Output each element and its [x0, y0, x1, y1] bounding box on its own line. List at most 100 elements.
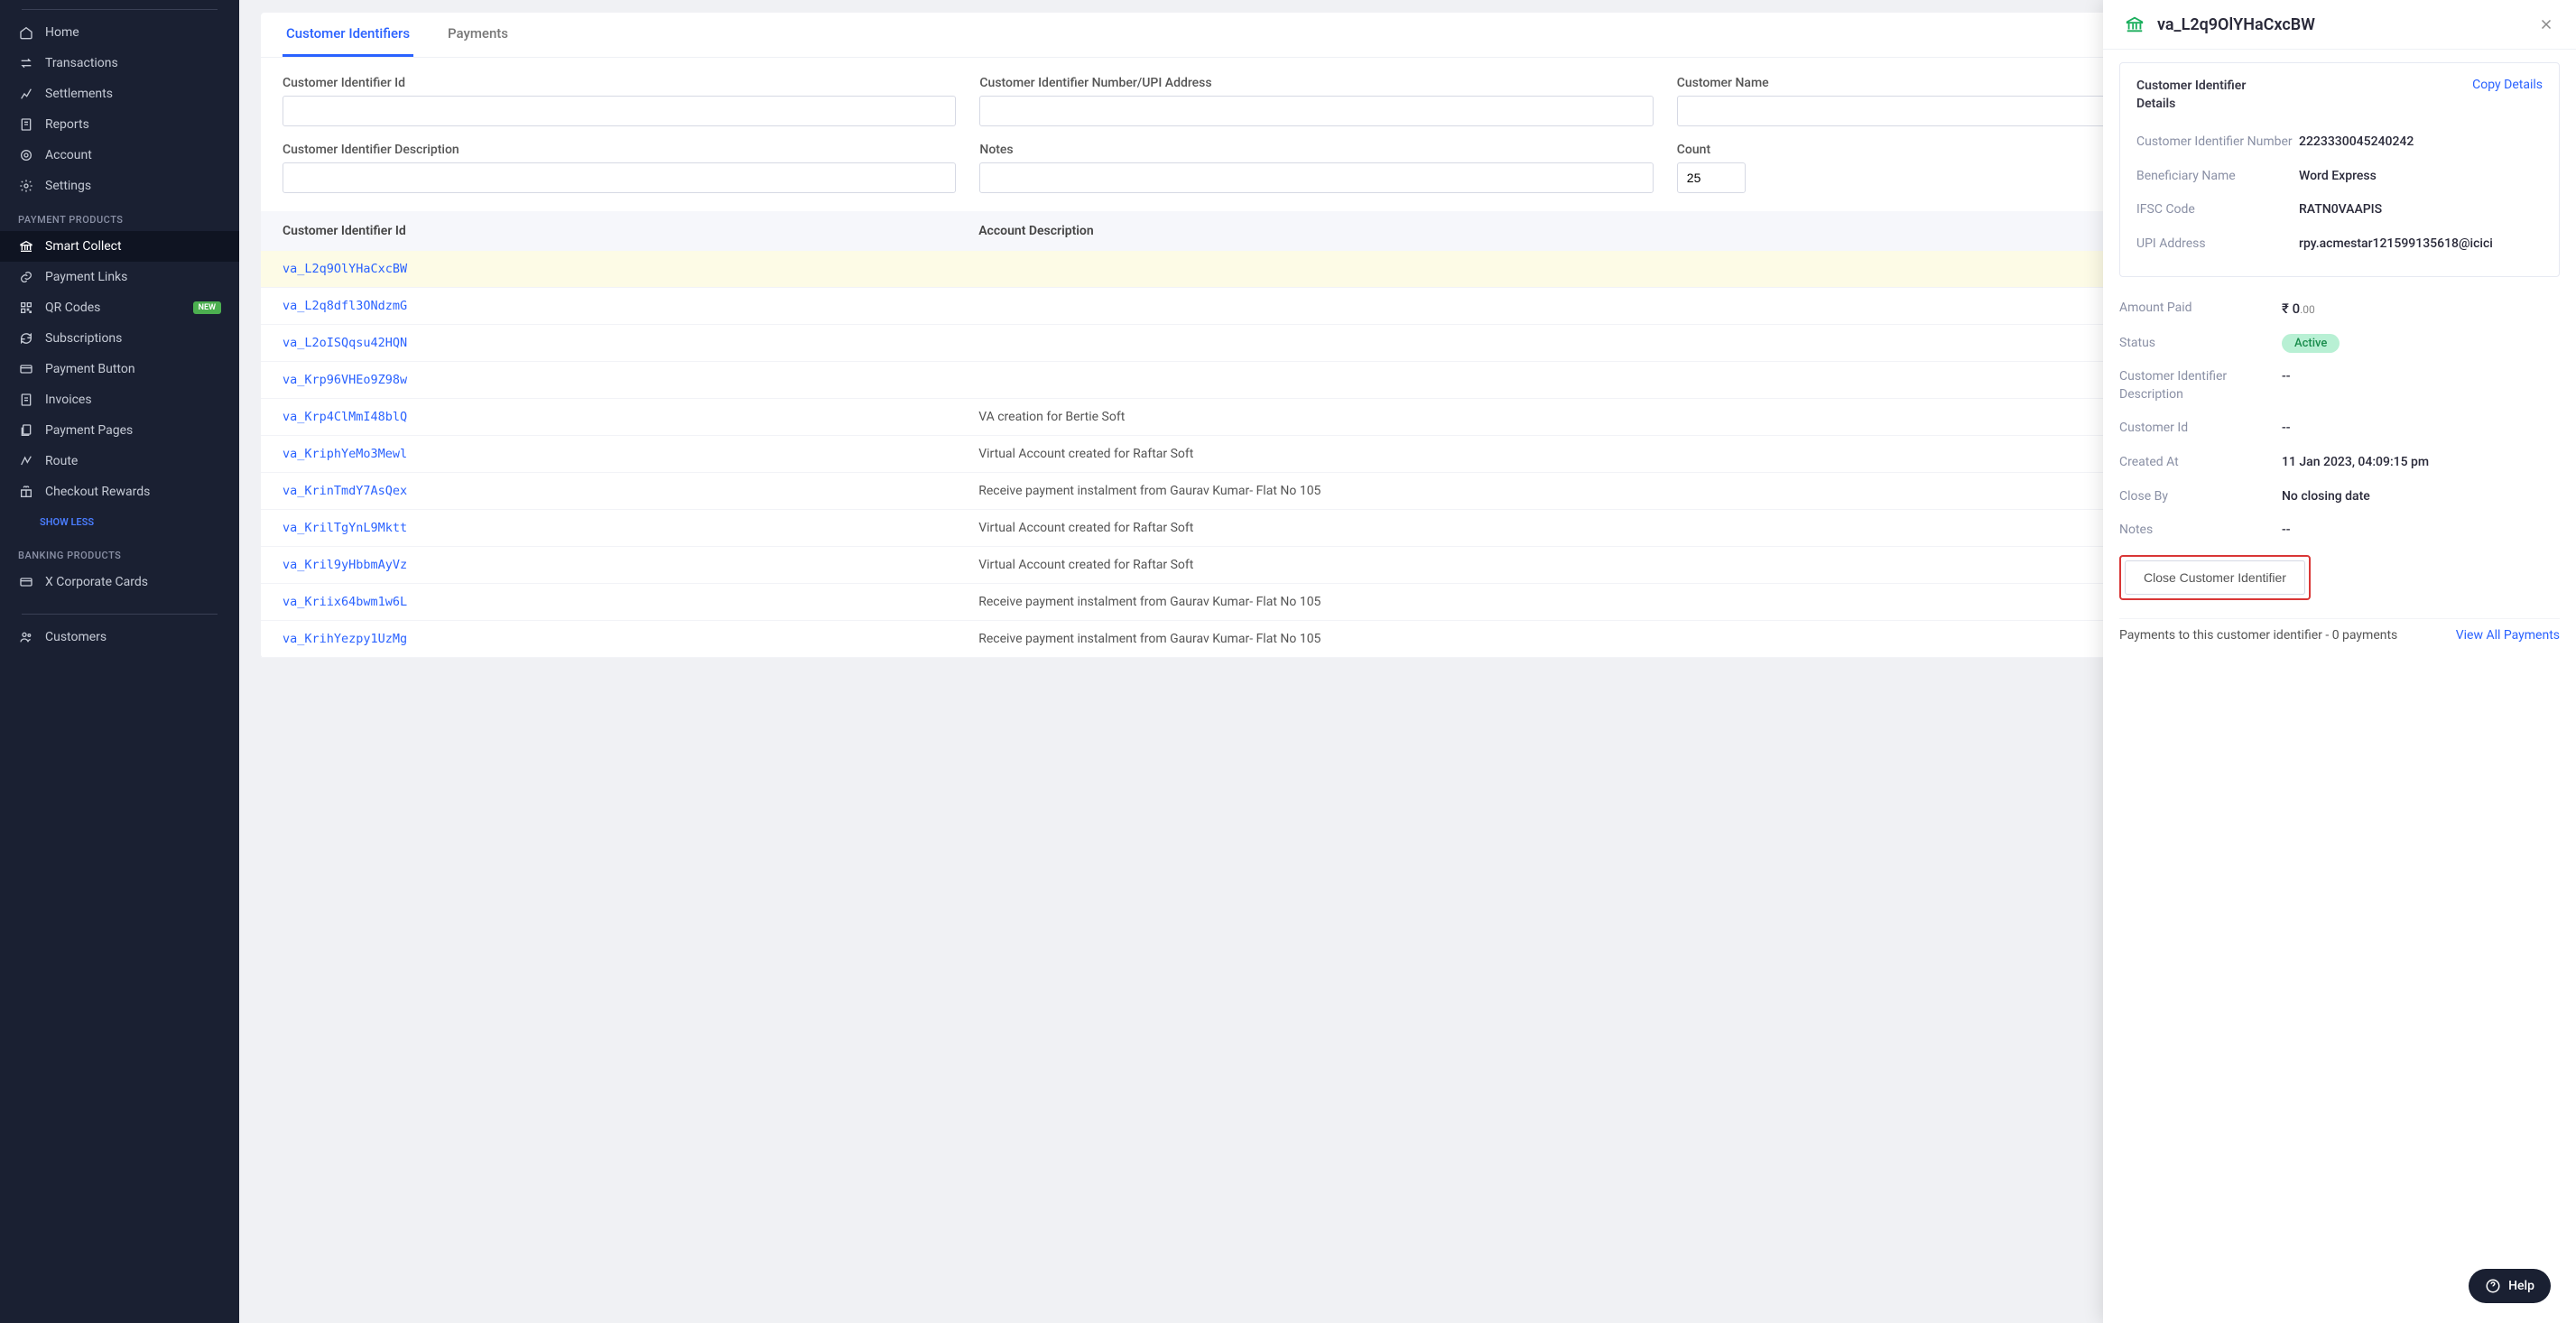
detail-key: Beneficiary Name [2136, 168, 2299, 186]
cardx-icon [18, 574, 34, 590]
sidebar-item-smart-collect[interactable]: Smart Collect [0, 231, 239, 262]
sidebar-item-label: Smart Collect [45, 239, 122, 254]
sidebar-item-customers[interactable]: Customers [0, 622, 239, 652]
identifier-id-link[interactable]: va_Krp96VHEo9Z98w [283, 373, 407, 387]
filter-notes-input[interactable] [979, 162, 1653, 193]
page-icon [18, 392, 34, 408]
sidebar-item-reports[interactable]: Reports [0, 109, 239, 140]
sidebar-item-label: QR Codes [45, 301, 100, 315]
detail-key: Customer Identifier Description [2119, 368, 2282, 403]
detail-key: Close By [2119, 488, 2282, 506]
bank-icon [2125, 14, 2145, 34]
filter-notes-label: Notes [979, 143, 1653, 157]
sidebar-item-label: Settings [45, 179, 91, 193]
tab-customer-identifiers[interactable]: Customer Identifiers [283, 13, 413, 57]
sidebar-item-subscriptions[interactable]: Subscriptions [0, 323, 239, 354]
sidebar-item-x-corporate-cards[interactable]: X Corporate Cards [0, 567, 239, 597]
detail-value: -- [2282, 522, 2560, 540]
amount-paid-label: Amount Paid [2119, 300, 2282, 319]
sidebar-item-label: Subscriptions [45, 331, 122, 346]
sidebar-item-label: Customers [45, 630, 107, 644]
sidebar-item-label: Payment Pages [45, 423, 133, 438]
qr-icon [18, 300, 34, 316]
detail-key: UPI Address [2136, 236, 2299, 254]
detail-key: Customer Id [2119, 420, 2282, 438]
sidebar-item-label: Account [45, 148, 92, 162]
pages-icon [18, 422, 34, 439]
sidebar-item-payment-links[interactable]: Payment Links [0, 262, 239, 292]
identifier-id-link[interactable]: va_KriphYeMo3Mewl [283, 447, 407, 461]
tab-payments[interactable]: Payments [444, 13, 512, 57]
card-icon [18, 361, 34, 377]
swap-icon [18, 55, 34, 71]
route-icon [18, 453, 34, 469]
identifier-id-link[interactable]: va_Kriix64bwm1w6L [283, 595, 407, 609]
sidebar-item-label: Payment Button [45, 362, 135, 376]
sidebar-item-payment-button[interactable]: Payment Button [0, 354, 239, 384]
copy-details-link[interactable]: Copy Details [2472, 78, 2543, 113]
status-badge: Active [2282, 334, 2340, 353]
detail-value: -- [2282, 420, 2560, 438]
identifier-id-link[interactable]: va_KrilTgYnL9Mktt [283, 521, 407, 535]
gear-icon [18, 178, 34, 194]
bank-icon [18, 238, 34, 254]
detail-value: 11 Jan 2023, 04:09:15 pm [2282, 454, 2560, 472]
detail-key: Customer Identifier Number [2136, 134, 2299, 152]
identifier-id-link[interactable]: va_L2q9OlYHaCxcBW [283, 262, 407, 276]
new-badge: NEW [193, 301, 221, 314]
sidebar-item-label: Home [45, 25, 79, 40]
sidebar-item-settlements[interactable]: Settlements [0, 79, 239, 109]
sidebar-item-qr-codes[interactable]: QR Codes NEW [0, 292, 239, 323]
identifier-id-link[interactable]: va_Krp4ClMmI48blQ [283, 410, 407, 424]
show-less-link[interactable]: SHOW LESS [0, 507, 239, 537]
sidebar-item-label: Reports [45, 117, 89, 132]
sidebar-item-label: Route [45, 454, 78, 468]
detail-value: rpy.acmestar121599135618@icici [2299, 236, 2543, 254]
detail-card-title: Customer Identifier Details [2136, 78, 2281, 113]
sidebar-item-label: Transactions [45, 56, 118, 70]
section-payment-label: PAYMENT PRODUCTS [0, 201, 239, 231]
sidebar-item-home[interactable]: Home [0, 17, 239, 48]
identifier-id-link[interactable]: va_Kril9yHbbmAyVz [283, 558, 407, 572]
view-all-payments-link[interactable]: View All Payments [2456, 628, 2560, 643]
gift-icon [18, 484, 34, 500]
filter-desc-label: Customer Identifier Description [283, 143, 956, 157]
payments-summary-text: Payments to this customer identifier - 0… [2119, 628, 2397, 643]
col-header-id: Customer Identifier Id [261, 211, 957, 251]
identifier-id-link[interactable]: va_L2oISQqsu42HQN [283, 336, 407, 350]
panel-title: va_L2q9OlYHaCxcBW [2157, 15, 2538, 34]
identifier-id-link[interactable]: va_L2q8dfl3ONdzmG [283, 299, 407, 313]
identifier-id-link[interactable]: va_KrinTmdY7AsQex [283, 484, 407, 498]
sidebar-item-checkout-rewards[interactable]: Checkout Rewards [0, 476, 239, 507]
doc-icon [18, 116, 34, 133]
status-label: Status [2119, 335, 2282, 353]
identifier-id-link[interactable]: va_KrihYezpy1UzMg [283, 632, 407, 646]
link-icon [18, 269, 34, 285]
circle-icon [18, 147, 34, 163]
detail-key: Created At [2119, 454, 2282, 472]
refresh-icon [18, 330, 34, 347]
sidebar-item-route[interactable]: Route [0, 446, 239, 476]
detail-value: -- [2282, 368, 2560, 403]
filter-id-input[interactable] [283, 96, 956, 126]
filter-number-input[interactable] [979, 96, 1653, 126]
close-customer-identifier-button[interactable]: Close Customer Identifier [2125, 560, 2305, 595]
sidebar-item-invoices[interactable]: Invoices [0, 384, 239, 415]
help-icon [2485, 1278, 2501, 1294]
detail-value: 2223330045240242 [2299, 134, 2543, 152]
help-floating-button[interactable]: Help [2469, 1269, 2551, 1303]
sidebar-item-transactions[interactable]: Transactions [0, 48, 239, 79]
close-icon[interactable] [2538, 16, 2554, 32]
detail-key: Notes [2119, 522, 2282, 540]
detail-value: RATN0VAAPIS [2299, 201, 2543, 219]
sidebar-item-label: X Corporate Cards [45, 575, 148, 589]
filter-number-label: Customer Identifier Number/UPI Address [979, 76, 1653, 90]
sidebar-item-account[interactable]: Account [0, 140, 239, 171]
filter-id-label: Customer Identifier Id [283, 76, 956, 90]
sidebar-item-settings[interactable]: Settings [0, 171, 239, 201]
sidebar-item-payment-pages[interactable]: Payment Pages [0, 415, 239, 446]
people-icon [18, 629, 34, 645]
filter-desc-input[interactable] [283, 162, 956, 193]
section-banking-label: BANKING PRODUCTS [0, 537, 239, 567]
filter-count-input[interactable] [1677, 162, 1746, 193]
